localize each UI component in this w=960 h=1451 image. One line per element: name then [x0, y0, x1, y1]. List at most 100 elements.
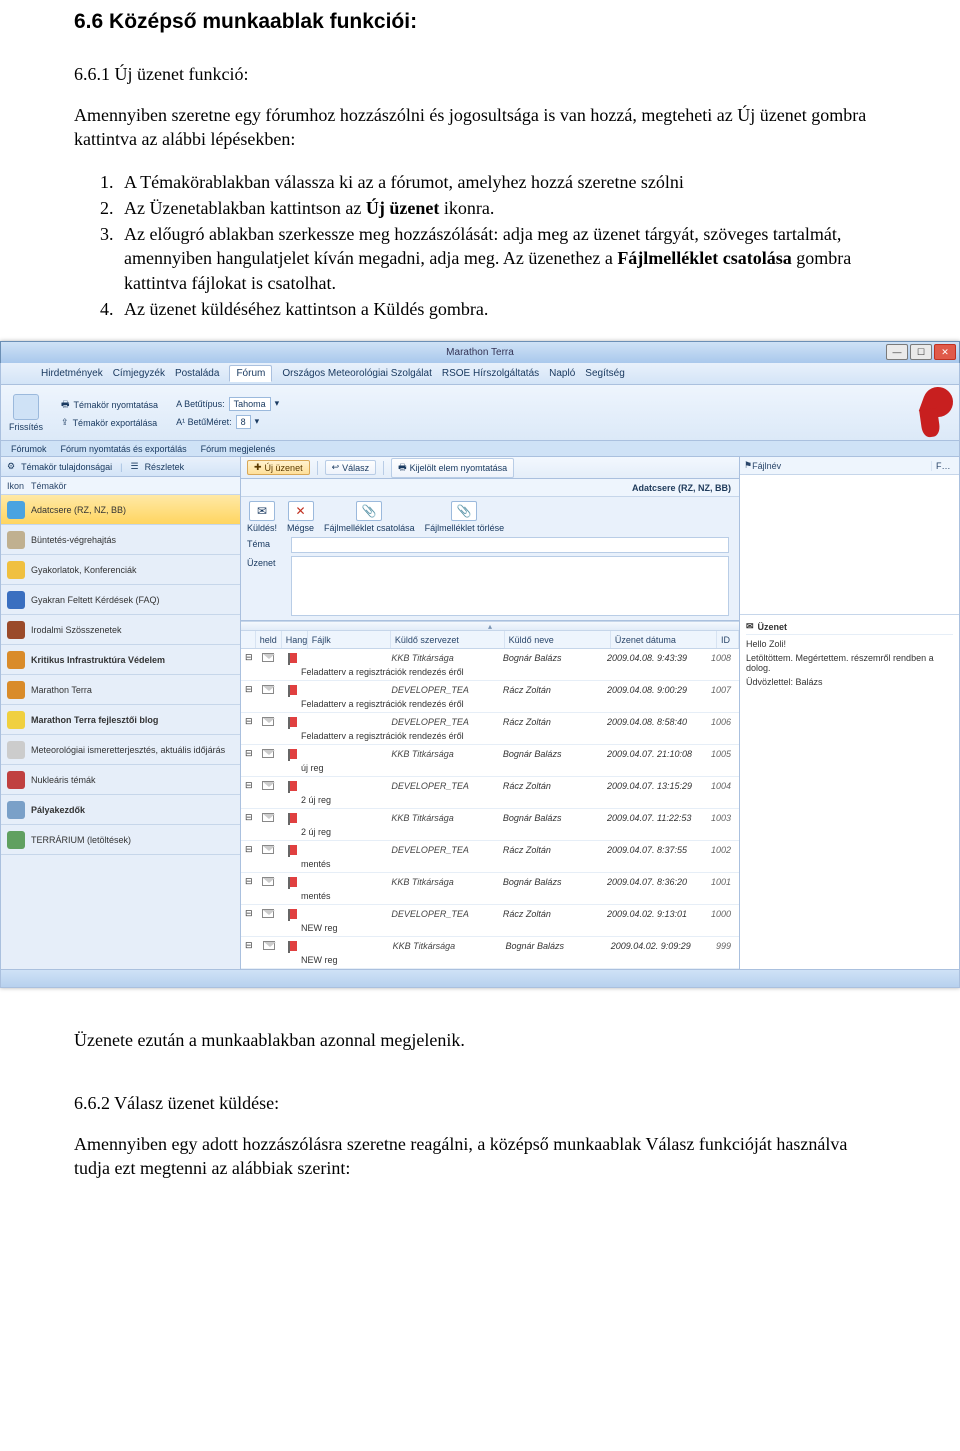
- step-3: Az előugró ablakban szerkessze meg hozzá…: [118, 222, 886, 295]
- close-button[interactable]: ✕: [934, 344, 956, 360]
- print-selected-button[interactable]: 🖶Kijelölt elem nyomtatása: [391, 458, 514, 478]
- collapse-icon[interactable]: ⊟: [241, 940, 256, 951]
- collapse-icon[interactable]: ⊟: [241, 876, 256, 887]
- reply-button[interactable]: ↩Válasz: [325, 460, 377, 475]
- topic-label: Gyakorlatok, Konferenciák: [31, 565, 240, 575]
- minimize-button[interactable]: —: [886, 344, 908, 360]
- font-size-dropdown[interactable]: 8: [236, 415, 251, 429]
- delete-attachment-button[interactable]: 📎 Fájlmelléklet törlése: [425, 501, 505, 533]
- preview-line-2: Üdvözlettel: Balázs: [746, 677, 953, 687]
- message-org: DEVELOPER_TEA: [387, 909, 499, 919]
- collapse-icon[interactable]: ⊟: [241, 652, 256, 663]
- new-message-button[interactable]: ✚Új üzenet: [247, 460, 310, 475]
- topic-row[interactable]: TERRÁRIUM (letöltések): [1, 825, 240, 855]
- gear-icon: ⚙: [7, 461, 15, 472]
- topic-row[interactable]: Nukleáris témák: [1, 765, 240, 795]
- splitter-handle[interactable]: ▴: [241, 621, 739, 631]
- tab-forumok[interactable]: Fórumok: [11, 444, 47, 454]
- menu-meteorologia[interactable]: Országos Meteorológiai Szolgálat: [282, 368, 432, 379]
- topic-properties-button[interactable]: Témakör tulajdonságai: [21, 462, 112, 472]
- message-row[interactable]: ⊟KKB TitkárságaBognár Balázs2009.04.07. …: [241, 809, 739, 841]
- body-textarea[interactable]: [291, 556, 729, 616]
- message-id: 1002: [707, 845, 739, 855]
- message-org: KKB Titkársága: [387, 749, 499, 759]
- step-3-bold: Fájlmelléklet csatolása: [617, 248, 791, 268]
- send-button[interactable]: ✉ Küldés!: [247, 501, 277, 533]
- message-row[interactable]: ⊟KKB TitkárságaBognár Balázs2009.04.08. …: [241, 649, 739, 681]
- topic-row[interactable]: Kritikus Infrastruktúra Védelem: [1, 645, 240, 675]
- message-date: 2009.04.02. 9:13:01: [603, 909, 707, 919]
- flag-icon: [290, 781, 297, 791]
- col-fajl-extra[interactable]: F…: [931, 461, 955, 471]
- flag-icon: [290, 749, 297, 759]
- menu-naplo[interactable]: Napló: [549, 368, 575, 379]
- dropdown-icon: ▾: [255, 416, 260, 427]
- message-sender: Bognár Balázs: [502, 941, 607, 951]
- topic-label: Gyakran Feltett Kérdések (FAQ): [31, 595, 240, 605]
- step-2-part-c: ikonra.: [439, 198, 494, 218]
- col-held[interactable]: held: [256, 631, 282, 648]
- tab-megjelenes[interactable]: Fórum megjelenés: [201, 444, 276, 454]
- message-date: 2009.04.08. 9:43:39: [603, 653, 707, 663]
- collapse-icon[interactable]: ⊟: [241, 684, 256, 695]
- message-row[interactable]: ⊟DEVELOPER_TEARácz Zoltán2009.04.07. 8:3…: [241, 841, 739, 873]
- topic-row[interactable]: Meteorológiai ismeretterjesztés, aktuáli…: [1, 735, 240, 765]
- message-row[interactable]: ⊟KKB TitkárságaBognár Balázs2009.04.07. …: [241, 873, 739, 905]
- envelope-icon: [263, 941, 275, 950]
- col-kuldo-szervezet[interactable]: Küldő szervezet: [391, 631, 505, 648]
- col-id[interactable]: ID: [717, 631, 739, 648]
- message-row[interactable]: ⊟DEVELOPER_TEARácz Zoltán2009.04.08. 8:5…: [241, 713, 739, 745]
- menu-rsoe[interactable]: RSOE Hírszolgáltatás: [442, 368, 539, 379]
- flag-icon: [290, 877, 297, 887]
- flag-icon: [290, 813, 297, 823]
- topic-row[interactable]: Irodalmi Szösszenetek: [1, 615, 240, 645]
- col-expand[interactable]: [241, 631, 256, 648]
- message-row[interactable]: ⊟DEVELOPER_TEARácz Zoltán2009.04.08. 9:0…: [241, 681, 739, 713]
- details-button[interactable]: Részletek: [145, 462, 185, 472]
- topic-row[interactable]: Marathon Terra: [1, 675, 240, 705]
- collapse-icon[interactable]: ⊟: [241, 844, 256, 855]
- topic-row[interactable]: Pályakezdők: [1, 795, 240, 825]
- collapse-icon[interactable]: ⊟: [241, 812, 256, 823]
- col-uzenet-datuma[interactable]: Üzenet dátuma: [611, 631, 717, 648]
- temakor-nyomtatasa-button[interactable]: 🖶Témakör nyomtatása: [61, 397, 158, 413]
- maximize-button[interactable]: ☐: [910, 344, 932, 360]
- menu-cimjegyzek[interactable]: Címjegyzék: [113, 368, 165, 379]
- collapse-icon[interactable]: ⊟: [241, 716, 256, 727]
- col-hang[interactable]: Hang: [282, 631, 308, 648]
- col-fajlk[interactable]: Fájlk: [308, 631, 391, 648]
- collapse-icon[interactable]: ⊟: [241, 780, 256, 791]
- tab-nyomtatas-exportalas[interactable]: Fórum nyomtatás és exportálás: [61, 444, 187, 454]
- attach-file-button[interactable]: 📎 Fájlmelléklet csatolása: [324, 501, 415, 533]
- collapse-icon[interactable]: ⊟: [241, 748, 256, 759]
- font-type-dropdown[interactable]: Tahoma: [229, 397, 271, 411]
- flag-icon: [290, 941, 297, 951]
- col-kuldo-neve[interactable]: Küldő neve: [505, 631, 611, 648]
- message-row[interactable]: ⊟DEVELOPER_TEARácz Zoltán2009.04.02. 9:1…: [241, 905, 739, 937]
- topic-label: Irodalmi Szösszenetek: [31, 625, 240, 635]
- topic-row[interactable]: Adatcsere (RZ, NZ, BB): [1, 495, 240, 525]
- menu-hirdetmenyek[interactable]: Hirdetmények: [41, 368, 103, 379]
- topic-icon: [7, 741, 25, 759]
- col-icon-header[interactable]: Ikon: [1, 481, 31, 491]
- message-row[interactable]: ⊟KKB TitkárságaBognár Balázs2009.04.07. …: [241, 745, 739, 777]
- temakor-exportalasa-button[interactable]: ⇪Témakör exportálása: [61, 417, 158, 428]
- menu-postalada[interactable]: Postaláda: [175, 368, 219, 379]
- topic-row[interactable]: Gyakran Feltett Kérdések (FAQ): [1, 585, 240, 615]
- message-row[interactable]: ⊟KKB TitkárságaBognár Balázs2009.04.02. …: [241, 937, 739, 969]
- menu-forum[interactable]: Fórum: [229, 365, 272, 382]
- topic-row[interactable]: Büntetés-végrehajtás: [1, 525, 240, 555]
- cancel-button[interactable]: ✕ Mégse: [287, 501, 314, 533]
- topic-row[interactable]: Gyakorlatok, Konferenciák: [1, 555, 240, 585]
- collapse-icon[interactable]: ⊟: [241, 908, 256, 919]
- topic-icon: [7, 771, 25, 789]
- topic-row[interactable]: Marathon Terra fejlesztői blog: [1, 705, 240, 735]
- message-subject: mentés: [241, 858, 739, 872]
- refresh-button[interactable]: Frissítés: [9, 394, 43, 432]
- menu-segitseg[interactable]: Segítség: [585, 368, 624, 379]
- new-message-label: Új üzenet: [265, 463, 303, 473]
- col-topic-header[interactable]: Témakör: [31, 481, 240, 491]
- message-row[interactable]: ⊟DEVELOPER_TEARácz Zoltán2009.04.07. 13:…: [241, 777, 739, 809]
- subject-input[interactable]: [291, 537, 729, 553]
- col-fajlnev[interactable]: Fájlnév: [752, 461, 931, 471]
